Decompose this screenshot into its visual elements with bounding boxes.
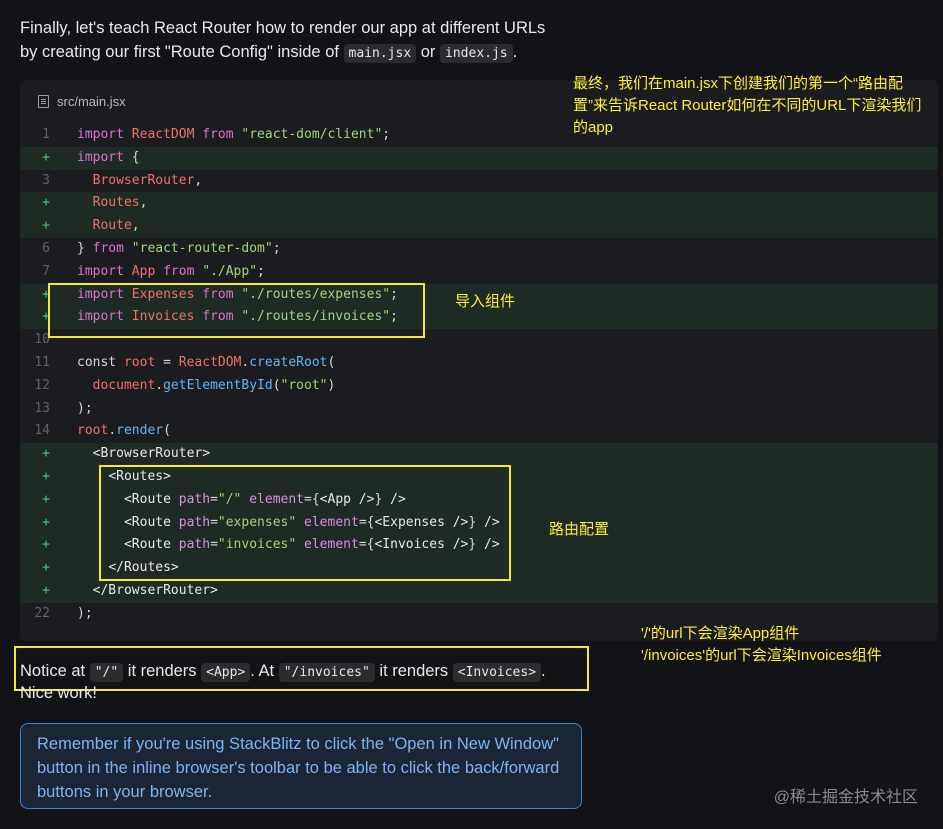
- routes-highlight-box: [99, 465, 511, 581]
- intro-text: by creating our first "Route Config" ins…: [20, 43, 344, 61]
- annotation-route-config: 路由配置: [549, 521, 610, 538]
- line-number: 6: [42, 240, 50, 256]
- code-line: 14 root.render(: [20, 420, 938, 443]
- line-number: +: [42, 195, 50, 211]
- line-number: +: [42, 446, 50, 462]
- line-number: +: [42, 218, 50, 234]
- inline-code-invoices: <Invoices>: [452, 663, 542, 682]
- intro-or: or: [416, 43, 441, 61]
- line-number: +: [42, 149, 50, 165]
- code-line: 7 import App from "./App";: [20, 261, 938, 284]
- stackblitz-callout: Remember if you're using StackBlitz to c…: [20, 723, 582, 809]
- notice-text: Notice at "/" it renders <App>. At "/inv…: [20, 658, 546, 686]
- notice-part: Notice at: [20, 662, 90, 680]
- notice-part: .: [541, 662, 546, 680]
- line-number: +: [42, 560, 50, 576]
- line-number: +: [42, 582, 50, 598]
- notice-part: it renders: [374, 662, 453, 680]
- line-number: 11: [34, 354, 50, 370]
- annotation-top-right: 最终，我们在main.jsx下创建我们的第一个“路由配置”来告诉React Ro…: [573, 75, 922, 136]
- line-number: +: [42, 514, 50, 530]
- annotation-url-line-2: '/invoices'的url下会渲染Invoices组件: [641, 647, 882, 664]
- line-number: 14: [34, 423, 50, 439]
- watermark: @稀土掘金技术社区: [773, 789, 918, 806]
- line-number: +: [42, 468, 50, 484]
- line-number: +: [42, 537, 50, 553]
- file-icon: [38, 95, 49, 108]
- code-line: 3 BrowserRouter,: [20, 170, 938, 193]
- line-number: 7: [42, 263, 50, 279]
- inline-code-invoices-path: "/invoices": [278, 663, 375, 682]
- code-line: + import {: [20, 146, 938, 170]
- notice-part: it renders: [123, 662, 202, 680]
- line-number: +: [42, 491, 50, 507]
- notice-part: . At: [250, 662, 279, 680]
- inline-code-app: <App>: [201, 663, 251, 682]
- code-filename: src/main.jsx: [38, 94, 126, 109]
- code-line: 11 const root = ReactDOM.createRoot(: [20, 352, 938, 375]
- code-line: 22);: [20, 603, 938, 626]
- line-number: 1: [42, 127, 50, 142]
- line-number: 12: [34, 377, 50, 393]
- inline-code-index-js: index.js: [440, 44, 513, 63]
- code-line: 13);: [20, 398, 938, 421]
- code-line: 12 document.getElementById("root"): [20, 375, 938, 398]
- line-number: 13: [34, 400, 50, 416]
- code-line: 6} from "react-router-dom";: [20, 238, 938, 261]
- line-number: 3: [42, 172, 50, 188]
- intro-line-1: Finally, let's teach React Router how to…: [20, 19, 546, 37]
- annotation-import: 导入组件: [455, 293, 516, 310]
- annotation-url-line-1: '/'的url下会渲染App组件: [641, 625, 800, 642]
- nice-work-text: Nice work!: [20, 684, 98, 702]
- intro-period: .: [512, 43, 518, 61]
- intro-line-2: by creating our first "Route Config" ins…: [20, 40, 580, 66]
- code-line: + Routes,: [20, 192, 938, 216]
- inline-code-root-path: "/": [89, 663, 124, 682]
- code-line: + <BrowserRouter>: [20, 443, 938, 466]
- import-highlight-box: [48, 283, 425, 338]
- intro-paragraph: Finally, let's teach React Router how to…: [20, 16, 580, 66]
- code-line: + Route,: [20, 215, 938, 238]
- line-number: 22: [34, 605, 50, 621]
- code-line: + </BrowserRouter>: [20, 579, 938, 603]
- filename-label: src/main.jsx: [57, 94, 126, 109]
- inline-code-main-jsx: main.jsx: [343, 44, 417, 63]
